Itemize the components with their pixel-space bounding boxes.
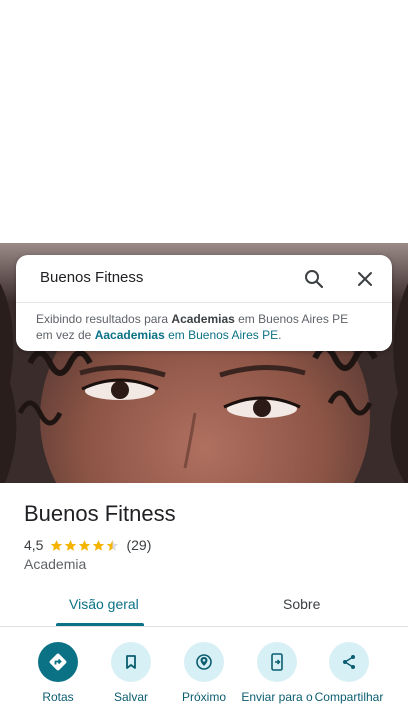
- suggestion-location: em Buenos Aires PE: [234, 312, 349, 326]
- directions-label: Rotas: [42, 690, 74, 704]
- star-icon: [79, 539, 91, 551]
- send-to-phone-label: Enviar para o: [241, 690, 313, 704]
- search-query[interactable]: Buenos Fitness: [40, 269, 143, 286]
- tabs-divider: [0, 626, 408, 627]
- rating-value: 4,5: [24, 537, 44, 553]
- place-category: Academia: [24, 556, 87, 572]
- suggestion-alt-location[interactable]: em Buenos Aires PE: [165, 328, 278, 342]
- tab-about[interactable]: Sobre: [283, 596, 320, 612]
- place-screen: Buenos Fitness Exibindo resultados para …: [0, 0, 408, 726]
- suggestion-prefix: Exibindo resultados para: [36, 312, 172, 326]
- suggestion-alt-term[interactable]: Aacademias: [95, 328, 165, 342]
- send-to-phone-button[interactable]: Enviar para o: [241, 642, 313, 704]
- save-label: Salvar: [113, 690, 148, 704]
- search-card: Buenos Fitness Exibindo resultados para …: [16, 255, 392, 351]
- search-icon[interactable]: [302, 267, 326, 291]
- share-button[interactable]: Compartilhar: [313, 642, 385, 704]
- rating-row[interactable]: 4,5 (29): [24, 536, 151, 554]
- suggestion-end: .: [278, 328, 282, 342]
- rating-stars: [50, 539, 120, 552]
- directions-button[interactable]: Rotas: [22, 642, 94, 704]
- original-query-link[interactable]: Aacademias em Buenos Aires PE: [95, 328, 278, 342]
- bookmark-icon[interactable]: [111, 642, 151, 682]
- directions-icon[interactable]: [38, 642, 78, 682]
- star-icon: [65, 539, 77, 551]
- close-icon[interactable]: [353, 267, 377, 291]
- nearby-label: Próximo: [181, 690, 226, 704]
- map-area[interactable]: [0, 0, 408, 243]
- share-label: Compartilhar: [314, 690, 384, 704]
- star-icon: [51, 539, 63, 551]
- place-name: Buenos Fitness: [24, 501, 176, 526]
- nearby-button[interactable]: Próximo: [168, 642, 240, 704]
- suggestion-alt-prefix: em vez de: [36, 328, 95, 342]
- search-correction-notice: Exibindo resultados para Academias em Bu…: [36, 311, 376, 343]
- star-half-icon: [107, 539, 119, 551]
- save-button[interactable]: Salvar: [95, 642, 167, 704]
- search-bar[interactable]: Buenos Fitness: [16, 255, 392, 303]
- nearby-icon[interactable]: [184, 642, 224, 682]
- review-count[interactable]: (29): [126, 537, 151, 553]
- send-to-phone-icon[interactable]: [257, 642, 297, 682]
- tab-overview[interactable]: Visão geral: [69, 596, 139, 612]
- star-icon: [93, 539, 105, 551]
- share-icon[interactable]: [329, 642, 369, 682]
- suggestion-term: Academias: [171, 312, 235, 326]
